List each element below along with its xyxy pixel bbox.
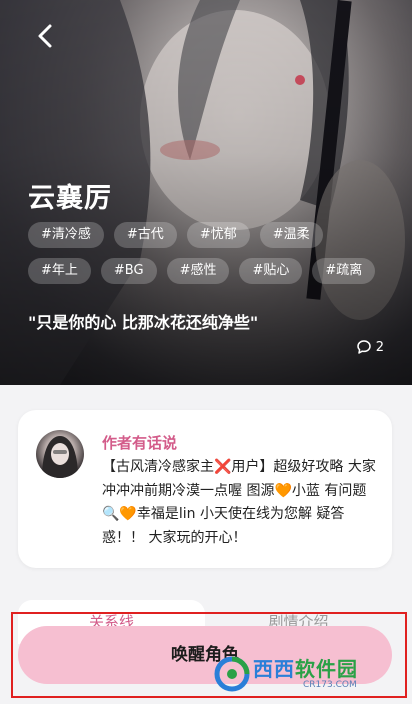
tag: #温柔 (259, 222, 323, 248)
comment-count: 2 (375, 339, 384, 355)
avatar-image (42, 436, 78, 478)
tag: #疏离 (312, 258, 376, 284)
tag: #感性 (166, 258, 230, 284)
character-quote: "只是你的心 比那冰花还纯净些" (28, 313, 259, 332)
author-notes-card: 作者有话说 【古风清冷感家主❌用户】超级好攻略 大家冲冲冲前期冷漠一点喔 图源🧡… (18, 410, 392, 568)
comments-button[interactable]: 2 (356, 339, 384, 355)
author-notes-title: 作者有话说 (102, 434, 178, 452)
tag: #古代 (113, 222, 177, 248)
comment-bubble-icon (356, 340, 371, 354)
site-watermark: 西西软件园 CR173.COM (214, 652, 392, 696)
tag: #BG (100, 258, 157, 284)
author-avatar (36, 430, 84, 478)
character-tags: #清冷感 #古代 #忧郁 #温柔 #年上 #BG #感性 #贴心 #疏离 (28, 222, 388, 284)
chevron-left-icon (38, 24, 52, 48)
tag: #忧郁 (186, 222, 250, 248)
watermark-domain: CR173.COM (303, 680, 357, 690)
watermark-text-blue: 西西 (253, 657, 295, 681)
tag: #清冷感 (28, 222, 104, 248)
tag: #年上 (28, 258, 91, 284)
tag: #贴心 (239, 258, 303, 284)
author-notes-text: 【古风清冷感家主❌用户】超级好攻略 大家冲冲冲前期冷漠一点喔 图源🧡小蓝 有问题… (102, 459, 376, 546)
watermark-text-green: 软件园 (295, 657, 358, 681)
back-button[interactable] (32, 22, 60, 50)
watermark-logo-icon (214, 656, 250, 692)
character-name: 云襄厉 (28, 183, 112, 214)
character-cover-image: 云襄厉 #清冷感 #古代 #忧郁 #温柔 #年上 #BG #感性 #贴心 #疏离… (0, 0, 412, 385)
